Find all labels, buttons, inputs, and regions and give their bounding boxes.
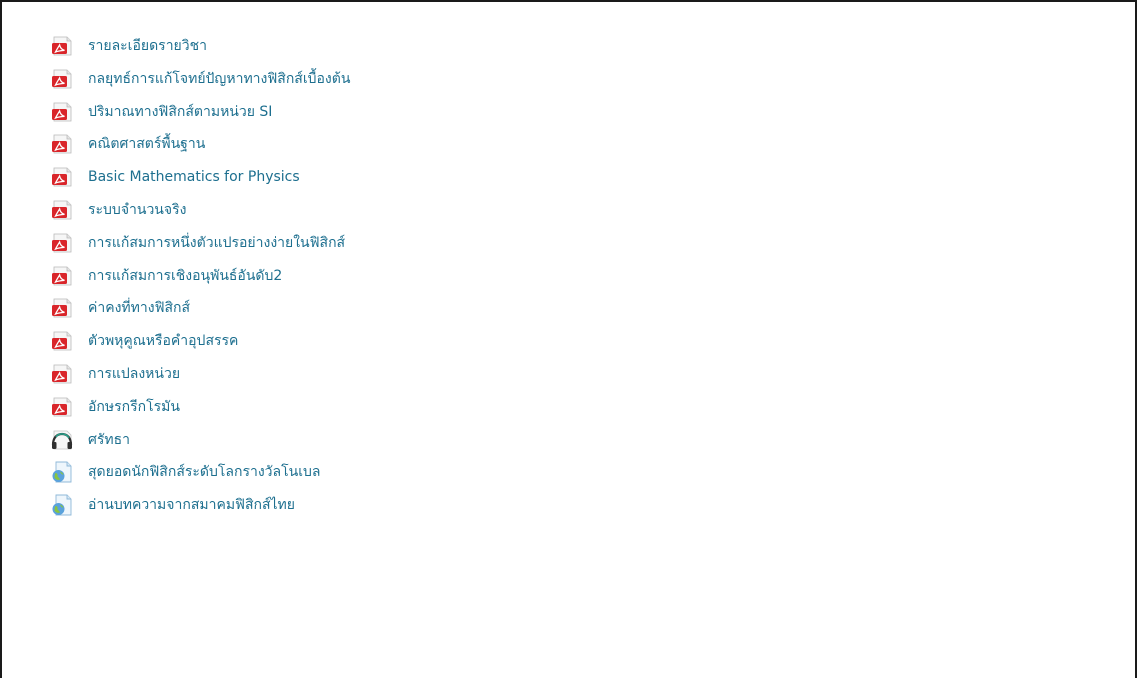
- resource-link-label[interactable]: ตัวพหุคูณหรือคำอุปสรรค: [88, 330, 238, 352]
- resource-link[interactable]: อักษรกรีกโรมัน: [50, 391, 350, 423]
- pdf-icon[interactable]: [50, 362, 74, 386]
- pdf-icon[interactable]: [50, 100, 74, 124]
- resource-link[interactable]: การแก้สมการเชิงอนุพันธ์อันดับ2: [50, 260, 350, 292]
- pdf-icon[interactable]: [50, 132, 74, 156]
- pdf-icon[interactable]: [50, 231, 74, 255]
- pdf-icon[interactable]: [50, 296, 74, 320]
- pdf-icon[interactable]: [50, 34, 74, 58]
- resource-link-label[interactable]: ระบบจำนวนจริง: [88, 199, 186, 221]
- resource-link[interactable]: รายละเอียดรายวิชา: [50, 30, 350, 62]
- pdf-icon[interactable]: [50, 198, 74, 222]
- pdf-icon[interactable]: [50, 264, 74, 288]
- resource-link[interactable]: ระบบจำนวนจริง: [50, 194, 350, 226]
- web-page-icon[interactable]: [50, 460, 74, 484]
- resource-link[interactable]: ค่าคงที่ทางฟิสิกส์: [50, 292, 350, 324]
- resource-link-label[interactable]: ปริมาณทางฟิสิกส์ตามหน่วย SI: [88, 101, 272, 123]
- resource-link[interactable]: สุดยอดนักฟิสิกส์ระดับโลกรางวัลโนเบล: [50, 456, 350, 488]
- resource-link-label[interactable]: การแก้สมการหนึ่งตัวแปรอย่างง่ายในฟิสิกส์: [88, 232, 345, 254]
- resource-link[interactable]: การแปลงหน่วย: [50, 358, 350, 390]
- resource-link-label[interactable]: Basic Mathematics for Physics: [88, 169, 300, 185]
- resource-link-label[interactable]: ค่าคงที่ทางฟิสิกส์: [88, 297, 190, 319]
- pdf-icon[interactable]: [50, 165, 74, 189]
- resource-link[interactable]: ศรัทธา: [50, 424, 350, 456]
- resource-link[interactable]: ตัวพหุคูณหรือคำอุปสรรค: [50, 325, 350, 357]
- resource-link-label[interactable]: การแปลงหน่วย: [88, 363, 180, 385]
- resource-list: รายละเอียดรายวิชากลยุทธ์การแก้โจทย์ปัญหา…: [50, 30, 350, 522]
- resource-link-label[interactable]: สุดยอดนักฟิสิกส์ระดับโลกรางวัลโนเบล: [88, 461, 320, 483]
- pdf-icon[interactable]: [50, 329, 74, 353]
- resource-link[interactable]: Basic Mathematics for Physics: [50, 161, 350, 193]
- resource-link-label[interactable]: คณิตศาสตร์พื้นฐาน: [88, 133, 205, 155]
- resource-link[interactable]: กลยุทธ์การแก้โจทย์ปัญหาทางฟิสิกส์เบื้องต…: [50, 63, 350, 95]
- resource-link[interactable]: ปริมาณทางฟิสิกส์ตามหน่วย SI: [50, 96, 350, 128]
- pdf-icon[interactable]: [50, 67, 74, 91]
- resource-link[interactable]: อ่านบทความจากสมาคมฟิสิกส์ไทย: [50, 489, 350, 521]
- pdf-icon[interactable]: [50, 395, 74, 419]
- resource-link-label[interactable]: อ่านบทความจากสมาคมฟิสิกส์ไทย: [88, 494, 295, 516]
- resource-link-label[interactable]: ศรัทธา: [88, 429, 130, 451]
- resource-link-label[interactable]: อักษรกรีกโรมัน: [88, 396, 180, 418]
- audio-icon[interactable]: [50, 428, 74, 452]
- resource-link-label[interactable]: การแก้สมการเชิงอนุพันธ์อันดับ2: [88, 265, 282, 287]
- resource-link[interactable]: การแก้สมการหนึ่งตัวแปรอย่างง่ายในฟิสิกส์: [50, 227, 350, 259]
- web-page-icon[interactable]: [50, 493, 74, 517]
- resource-link-label[interactable]: รายละเอียดรายวิชา: [88, 35, 207, 57]
- resource-link[interactable]: คณิตศาสตร์พื้นฐาน: [50, 128, 350, 160]
- resource-link-label[interactable]: กลยุทธ์การแก้โจทย์ปัญหาทางฟิสิกส์เบื้องต…: [88, 68, 350, 90]
